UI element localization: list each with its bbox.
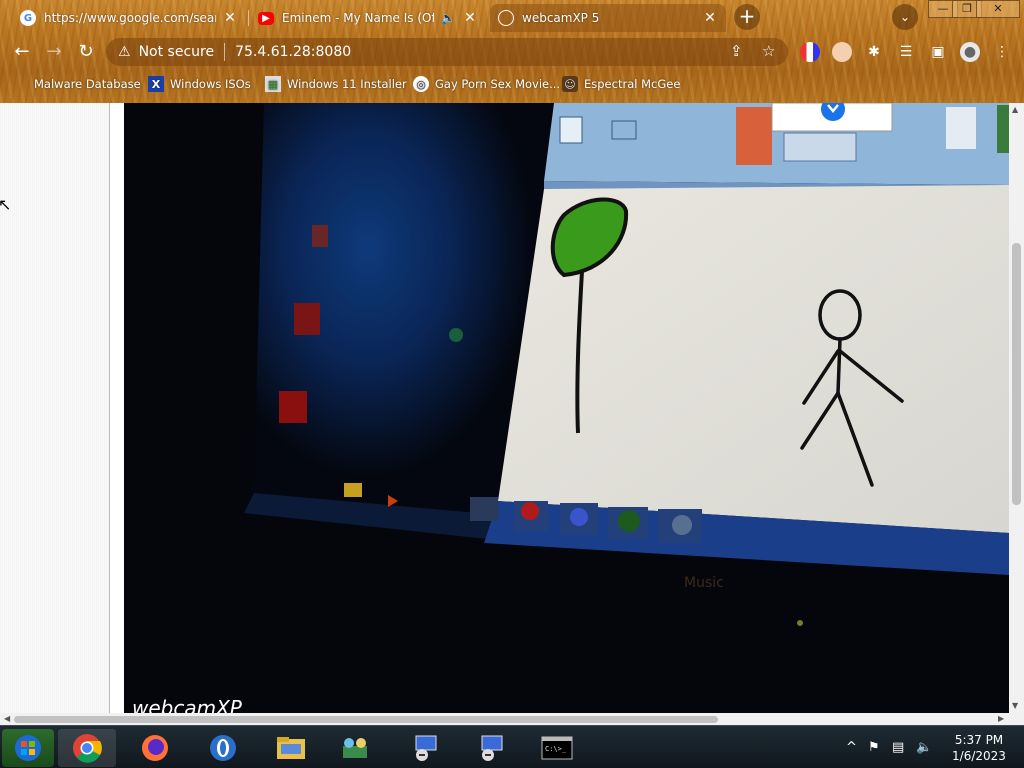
menu-kebab-icon[interactable]: ⋮ xyxy=(992,42,1012,62)
tab-separator xyxy=(248,10,249,26)
clock-date: 1/6/2023 xyxy=(952,749,1006,763)
windows-logo-icon xyxy=(15,735,41,761)
taskbar-opera[interactable] xyxy=(194,729,252,767)
clock-time: 5:37 PM xyxy=(954,733,1004,747)
remote-desktop-icon xyxy=(481,735,503,761)
folder-icon xyxy=(12,76,28,92)
taskbar-clock[interactable]: 5:37 PM 1/6/2023 xyxy=(944,732,1014,764)
bookmark-label: Windows ISOs xyxy=(170,77,251,91)
globe-icon xyxy=(498,10,514,26)
tab-youtube[interactable]: ▶ Eminem - My Name Is (Offic 🔈 ✕ xyxy=(250,4,486,32)
extension-flag-icon[interactable] xyxy=(800,42,820,62)
scroll-left-icon[interactable]: ◀ xyxy=(4,714,10,723)
google-icon: G xyxy=(20,10,36,26)
globe-icon: ◎ xyxy=(413,76,429,92)
bookmark-label: Gay Porn Sex Movie... xyxy=(435,77,561,91)
overlay-text: Music xyxy=(684,575,724,591)
share-icon[interactable]: ⇪ xyxy=(730,42,743,60)
horizontal-scroll-thumb[interactable] xyxy=(14,716,718,723)
page-content: ↖ Music webcamXP ▲ ▼ ◀ ▶ xyxy=(0,103,1024,725)
scroll-up-icon[interactable]: ▲ xyxy=(1012,105,1018,114)
extension-avatar-icon[interactable] xyxy=(832,42,852,62)
bookmark-windows-11-installer[interactable]: ▦ Windows 11 Installer xyxy=(265,74,407,94)
windows-taskbar: C:\>_ ^ ⚑ ▤ 🔈 5:37 PM 1/6/2023 xyxy=(0,725,1024,768)
show-hidden-icons[interactable]: ^ xyxy=(846,726,857,768)
terminal-icon: C:\>_ xyxy=(541,736,573,760)
bookmark-label: Malware Database xyxy=(34,77,141,91)
address-bar[interactable]: ⚠ Not secure 75.4.61.28:8080 ⇪ ☆ xyxy=(106,38,788,66)
warning-icon[interactable]: ⚠ xyxy=(118,44,131,60)
tab-search-icon[interactable]: ⌄ xyxy=(892,4,918,30)
left-panel: ↖ xyxy=(0,103,110,713)
speaker-icon[interactable]: 🔈 xyxy=(440,11,456,25)
tab-title: webcamXP 5 xyxy=(522,11,600,25)
volume-icon[interactable]: 🔈 xyxy=(916,726,932,768)
network-icon xyxy=(343,738,367,758)
url-text[interactable]: 75.4.61.28:8080 xyxy=(235,44,351,60)
taskbar-network[interactable] xyxy=(326,729,384,767)
close-window-button[interactable]: ✕ xyxy=(976,0,1020,18)
mouse-cursor-icon: ↖ xyxy=(0,195,12,214)
extensions-puzzle-icon[interactable]: ✱ xyxy=(864,42,884,62)
vertical-scrollbar[interactable]: ▲ ▼ xyxy=(1009,103,1024,713)
bookmark-gay-porn-sex-movie[interactable]: ◎ Gay Porn Sex Movie... xyxy=(413,74,560,94)
taskbar-file-explorer[interactable] xyxy=(262,729,320,767)
youtube-icon: ▶ xyxy=(258,11,274,25)
image-icon: ▦ xyxy=(265,76,281,92)
network-status-icon[interactable]: ▤ xyxy=(892,726,904,768)
firefox-icon xyxy=(142,735,168,761)
side-panel-icon[interactable]: ▣ xyxy=(928,42,948,62)
tab-webcamxp[interactable]: webcamXP 5 ✕ xyxy=(490,4,726,32)
bookmark-espectral-mcgee[interactable]: ☺ Espectral McGee xyxy=(562,74,680,94)
forward-arrow-icon[interactable]: → xyxy=(42,40,66,64)
bookmark-windows-isos[interactable]: X Windows ISOs xyxy=(148,74,251,94)
address-separator xyxy=(224,43,226,61)
bookmark-star-icon[interactable]: ☆ xyxy=(762,42,775,60)
tab-close-icon[interactable]: ✕ xyxy=(462,10,478,26)
webcamxp-watermark: webcamXP xyxy=(132,696,243,713)
feed-gap xyxy=(111,103,124,713)
browser-chrome: G https://www.google.com/search?q ✕ ▶ Em… xyxy=(0,0,1024,103)
webcam-image: Music webcamXP xyxy=(124,103,1009,713)
taskbar-command-prompt[interactable]: C:\>_ xyxy=(528,729,586,767)
media-queue-icon[interactable]: ☰ xyxy=(896,42,916,62)
bookmark-label: Espectral McGee xyxy=(584,77,681,91)
tab-close-icon[interactable]: ✕ xyxy=(222,10,238,26)
bookmarks-bar: Malware Database X Windows ISOs ▦ Window… xyxy=(0,72,1024,96)
horizontal-scrollbar[interactable]: ◀ ▶ xyxy=(0,713,1024,725)
new-tab-button[interactable]: + xyxy=(734,4,760,30)
taskbar-chrome[interactable] xyxy=(58,729,116,767)
back-arrow-icon[interactable]: ← xyxy=(10,40,34,64)
taskbar-firefox[interactable] xyxy=(126,729,184,767)
tab-strip: G https://www.google.com/search?q ✕ ▶ Em… xyxy=(0,0,1024,34)
chrome-icon xyxy=(73,734,102,763)
opera-icon xyxy=(210,735,236,761)
start-button[interactable] xyxy=(2,729,54,767)
bookmark-malware-database[interactable]: Malware Database xyxy=(12,74,141,94)
navigation-bar: ← → ↻ ⚠ Not secure 75.4.61.28:8080 ⇪ ☆ ✱… xyxy=(0,36,1024,68)
avatar-icon: ☺ xyxy=(562,76,578,92)
taskbar-remote-desktop-2[interactable] xyxy=(462,729,520,767)
tab-title: Eminem - My Name Is (Offic xyxy=(282,11,434,25)
svg-text:C:\>_: C:\>_ xyxy=(545,745,567,753)
tab-google-search[interactable]: G https://www.google.com/search?q ✕ xyxy=(12,4,246,32)
x-logo-icon: X xyxy=(148,76,164,92)
scroll-down-icon[interactable]: ▼ xyxy=(1012,701,1018,710)
security-status[interactable]: Not secure xyxy=(139,44,215,60)
scroll-right-icon[interactable]: ▶ xyxy=(998,714,1004,723)
reload-icon[interactable]: ↻ xyxy=(74,40,98,64)
bookmark-label: Windows 11 Installer xyxy=(287,77,407,91)
folder-icon xyxy=(277,737,305,759)
taskbar-remote-desktop-1[interactable] xyxy=(396,729,454,767)
remote-desktop-icon xyxy=(415,735,437,761)
tab-close-icon[interactable]: ✕ xyxy=(702,10,718,26)
profile-icon[interactable]: ● xyxy=(960,42,980,62)
action-center-flag-icon[interactable]: ⚑ xyxy=(868,726,880,768)
webcam-feed[interactable]: Music webcamXP xyxy=(124,103,1009,713)
tab-title: https://www.google.com/search?q xyxy=(44,11,216,25)
vertical-scroll-thumb[interactable] xyxy=(1012,243,1021,505)
